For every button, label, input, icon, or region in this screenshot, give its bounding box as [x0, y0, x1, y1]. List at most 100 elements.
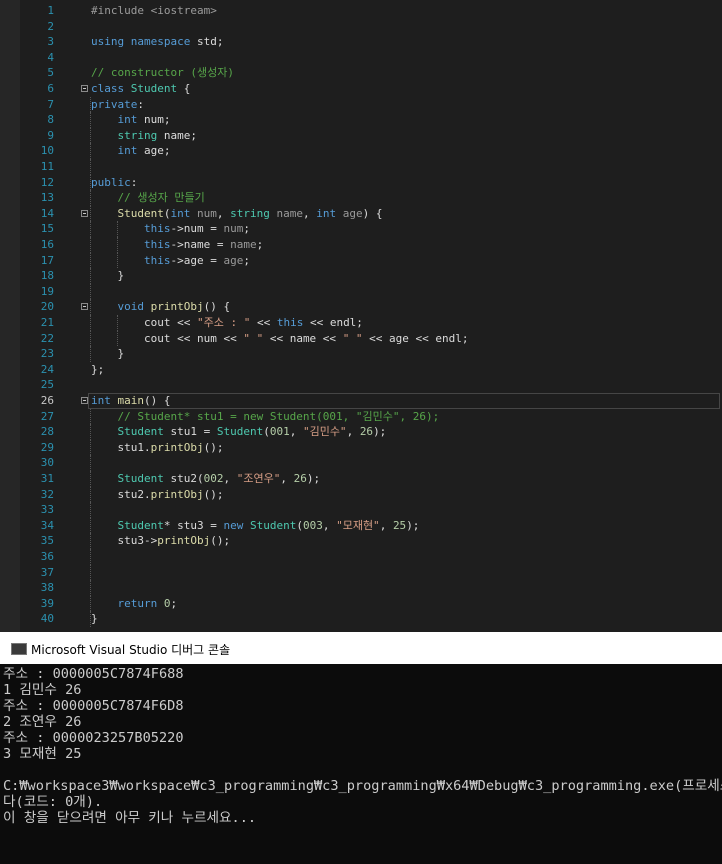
code-text: cout << num << " " << name << " " << age… [91, 331, 469, 347]
code-token: num; [137, 113, 171, 127]
line-number: 2 [47, 19, 54, 33]
code-token: " " [243, 331, 264, 345]
code-line[interactable]: 16 this->name = name; [20, 237, 722, 253]
code-token: -> [170, 222, 184, 236]
code-token: Student [130, 82, 178, 95]
code-line[interactable]: 29 stu1.printObj(); [20, 439, 722, 456]
code-line[interactable]: 33 [20, 502, 722, 518]
code-token: , [346, 425, 360, 439]
code-line[interactable]: 25 [20, 377, 722, 393]
code-token: int [91, 394, 111, 407]
line-number: 40 [40, 612, 54, 626]
code-token: age; [137, 144, 171, 158]
collapse-icon[interactable] [81, 85, 88, 92]
code-token: Student [117, 472, 164, 485]
code-text: }; [91, 362, 104, 378]
code-token: num [196, 206, 217, 220]
code-line[interactable]: 9 string name; [20, 127, 722, 144]
code-line[interactable]: 12 public: [20, 174, 722, 191]
code-line[interactable]: 6 class Student { [20, 81, 722, 97]
code-line[interactable]: 40} [20, 611, 722, 627]
code-line[interactable]: 4 [20, 50, 722, 66]
line-number: 34 [40, 518, 54, 532]
code-line[interactable]: 31 Student stu2(002, "조연우", 26); [20, 471, 722, 487]
line-number: 22 [40, 331, 54, 345]
code-line[interactable]: 7 private: [20, 96, 722, 113]
code-line[interactable]: 34 Student* stu3 = new Student(003, "모재현… [20, 517, 722, 534]
console-output[interactable]: 주소 : 0000005C7874F688 1 김민수 26 주소 : 000000… [0, 664, 722, 864]
code-line[interactable]: 18 } [20, 268, 722, 284]
code-token: using [91, 35, 125, 49]
code-token: 25 [392, 518, 407, 532]
code-line[interactable]: 1 #include <iostream> [20, 3, 722, 19]
code-line[interactable]: 39 return 0; [20, 595, 722, 612]
code-line[interactable]: 27 // Student* stu1 = new Student(001, "… [20, 408, 722, 425]
code-line[interactable]: 22 cout << num << " " << name << " " << … [20, 330, 722, 347]
code-token: } [91, 269, 125, 283]
line-number: 33 [40, 503, 54, 517]
line-number: 15 [40, 222, 54, 236]
collapse-icon[interactable] [81, 303, 88, 311]
code-text: // constructor (생성자) [91, 65, 234, 81]
line-number: 1 [47, 4, 54, 17]
code-token: private [91, 97, 138, 111]
code-line[interactable]: 14 Student(int num, string name, int age… [20, 205, 722, 222]
code-line[interactable]: 30 [20, 455, 722, 471]
code-line[interactable]: 26 int main() { [20, 393, 722, 409]
code-line[interactable]: 8 int num; [20, 112, 722, 128]
line-number: 7 [47, 97, 54, 111]
code-line[interactable]: 3 using namespace std; [20, 34, 722, 50]
code-token: 003 [302, 518, 323, 532]
line-number: 3 [47, 35, 54, 49]
code-line[interactable]: 11 [20, 159, 722, 175]
code-line[interactable]: 2 [20, 19, 722, 35]
code-line[interactable]: 20 void printObj() { [20, 299, 722, 315]
code-text: this->name = name; [91, 237, 263, 253]
code-token: // 생성자 만들기 [117, 191, 205, 205]
line-number: 13 [40, 191, 54, 205]
code-line[interactable]: 32 stu2.printObj(); [20, 486, 722, 503]
code-line[interactable]: 17 this->age = age; [20, 252, 722, 269]
console-titlebar[interactable]: Microsoft Visual Studio 디버그 콘솔 [0, 632, 722, 664]
code-line[interactable]: 21 cout << "주소 : " << this << endl; [20, 315, 722, 331]
collapse-icon[interactable] [81, 397, 88, 404]
code-text: private: [91, 97, 144, 113]
code-line[interactable]: 37 [20, 564, 722, 581]
line-number: 29 [40, 440, 54, 454]
code-token: string [117, 128, 158, 142]
code-line[interactable]: 35 stu3->printObj(); [20, 533, 722, 549]
code-line[interactable]: 5 // constructor (생성자) [20, 65, 722, 81]
indent-guide [90, 455, 91, 471]
code-line[interactable]: 36 [20, 549, 722, 565]
code-token: * stu3 = [163, 518, 224, 532]
code-line[interactable]: 38 [20, 580, 722, 596]
code-line[interactable]: 23 } [20, 346, 722, 362]
code-token: std; [190, 35, 224, 49]
code-line[interactable]: 28 Student stu1 = Student(001, "김민수", 26… [20, 424, 722, 440]
code-token: age [223, 253, 244, 267]
code-token: return [117, 596, 158, 610]
code-token: "김민수" [302, 425, 347, 439]
code-token: () { [144, 394, 171, 407]
code-token: Student [216, 425, 264, 439]
code-editor[interactable]: 1 #include <iostream> 2 3 using namespace st… [0, 0, 722, 632]
line-number: 28 [40, 425, 54, 439]
code-token: Student [117, 425, 164, 439]
code-token: ) { [362, 206, 383, 220]
indent-guide [90, 283, 91, 300]
code-token: ); [306, 472, 321, 485]
code-line[interactable]: 13 // 생성자 만들기 [20, 190, 722, 206]
indent-guide [90, 549, 91, 565]
line-number: 21 [40, 316, 54, 329]
code-line[interactable]: 24}; [20, 362, 722, 378]
code-text: // Student* stu1 = new Student(001, "김민수… [91, 409, 440, 425]
code-line[interactable]: 10 int age; [20, 143, 722, 159]
code-line[interactable]: 19 [20, 283, 722, 300]
code-line[interactable]: 15 this->num = num; [20, 221, 722, 237]
code-token: class [91, 82, 125, 95]
collapse-icon[interactable] [81, 209, 88, 217]
code-token: public [91, 175, 131, 189]
